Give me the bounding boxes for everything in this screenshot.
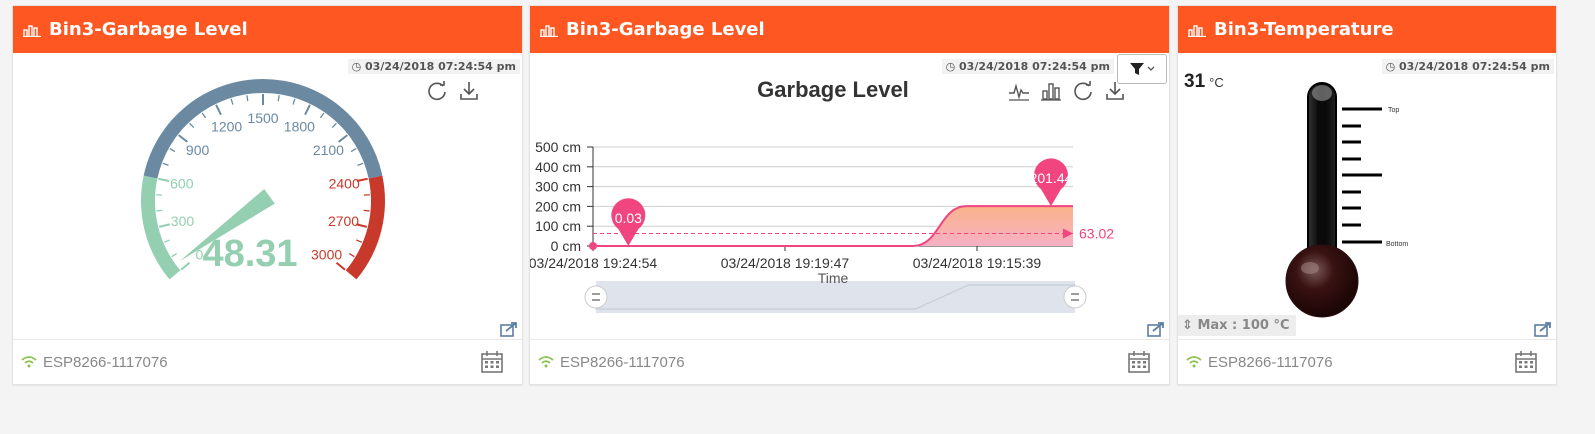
gauge-tick	[158, 177, 170, 183]
gauge-tick-label: 300	[171, 213, 195, 229]
thermometer: Top Bottom	[1285, 82, 1408, 318]
gauge-tick	[363, 209, 370, 212]
share-icon[interactable]	[1534, 321, 1552, 337]
widget-header: Bin3-Garbage Level	[530, 6, 1169, 53]
gauge-band-mid	[143, 79, 383, 179]
range-handle[interactable]	[1063, 285, 1087, 309]
gauge-tick-label: 2400	[329, 176, 360, 192]
garbage-level-chart: Garbage Level 0 cm 100 cm 200 cm 300 cm 400 …	[530, 77, 1114, 313]
gauge-tick	[164, 239, 171, 243]
bar-chart-icon	[23, 24, 41, 37]
marker-label: 201.44	[1030, 170, 1073, 186]
thermometer-top-label: Top	[1388, 107, 1399, 114]
x-tick-label: 03/24/2018 19:19:47	[721, 255, 850, 271]
gauge-tick	[230, 98, 234, 105]
bar-chart-icon	[1188, 24, 1206, 37]
max-temperature-label: Max : 100 °C	[1197, 318, 1290, 333]
gauge-tick	[215, 104, 222, 116]
gauge-tick-label: 600	[170, 176, 194, 192]
widget-title: Bin3-Garbage Level	[566, 19, 765, 40]
wifi-icon	[538, 356, 554, 368]
wifi-icon	[21, 356, 37, 368]
gauge-tick-label: 1800	[284, 118, 315, 134]
widget-footer: ESP8266-1117076	[13, 339, 522, 384]
gauge-tick	[246, 95, 249, 102]
wifi-icon	[1186, 356, 1202, 368]
garbage-gauge-widget: Bin3-Garbage Level ◷ 03/24/2018 07:24:54…	[12, 5, 523, 385]
calendar-icon[interactable]	[1514, 350, 1538, 374]
widget-title: Bin3-Garbage Level	[49, 19, 248, 40]
gauge-tick	[169, 148, 176, 153]
gauge-tick	[158, 223, 171, 228]
widget-header: Bin3-Temperature	[1178, 6, 1556, 53]
y-tick-label: 400 cm	[535, 159, 581, 175]
share-icon[interactable]	[1147, 321, 1165, 337]
gauge-tick	[180, 261, 191, 271]
gauge-tick-label: 900	[186, 142, 210, 158]
gauge-chart: 03006009001200150018002100240027003000 4…	[141, 79, 385, 280]
gauge-tick	[338, 134, 348, 143]
gauge-tick-label: 3000	[311, 246, 342, 262]
gauge-tick	[178, 134, 188, 143]
y-tick-label: 200 cm	[535, 198, 581, 214]
max-temperature: ⇕ Max : 100 °C	[1178, 315, 1296, 336]
gauge-tick	[189, 122, 195, 128]
range-handle[interactable]	[584, 285, 608, 309]
gauge-tick	[156, 209, 163, 212]
data-point[interactable]	[589, 241, 597, 250]
widget-footer: ESP8266-1117076	[530, 339, 1169, 384]
y-tick-label: 500 cm	[535, 139, 581, 155]
widget-header: Bin3-Garbage Level	[13, 6, 522, 53]
gauge-tick	[348, 252, 355, 258]
y-tick-label: 100 cm	[535, 218, 581, 234]
calendar-icon[interactable]	[480, 350, 504, 374]
device-name: ESP8266-1117076	[43, 353, 168, 371]
gauge-tick	[292, 98, 296, 105]
y-tick-label: 0 cm	[551, 238, 581, 254]
device-name: ESP8266-1117076	[1208, 353, 1333, 371]
gauge-tick	[357, 162, 364, 166]
thermometer-bottom-label: Bottom	[1386, 241, 1408, 248]
gauge-tick-label: 2100	[313, 142, 344, 158]
bar-chart-icon	[540, 24, 558, 37]
gauge-tick	[350, 148, 357, 153]
share-icon[interactable]	[500, 321, 518, 337]
gauge-tick	[355, 239, 362, 243]
chart-title: Garbage Level	[757, 77, 909, 102]
sort-icon: ⇕	[1182, 318, 1193, 333]
gauge-tick	[304, 104, 311, 116]
x-tick-label: 03/24/2018 19:24:54	[530, 255, 657, 271]
gauge-tick	[171, 252, 178, 258]
x-axis-label: Time	[818, 270, 849, 286]
gauge-tick-label: 1200	[211, 118, 242, 134]
y-tick-label: 300 cm	[535, 179, 581, 195]
x-tick-label: 03/24/2018 19:15:39	[913, 255, 1042, 271]
temperature-widget: Bin3-Temperature ◷ 03/24/2018 07:24:54 p…	[1177, 5, 1557, 385]
gauge-tick	[335, 261, 346, 271]
gauge-tick-label: 1500	[247, 110, 278, 126]
gauge-tick	[162, 162, 169, 166]
gauge-value: 48.31	[202, 233, 297, 275]
device-name: ESP8266-1117076	[560, 353, 685, 371]
gauge-tick	[277, 95, 280, 102]
widget-title: Bin3-Temperature	[1214, 19, 1394, 40]
calendar-icon[interactable]	[1127, 350, 1151, 374]
gauge-tick	[319, 112, 325, 119]
marker-label: 0.03	[615, 210, 642, 226]
gauge-tick	[331, 122, 337, 128]
gauge-tick	[201, 112, 207, 119]
gauge-tick-label: 2700	[328, 213, 359, 229]
garbage-chart-widget: Bin3-Garbage Level ◷ 03/24/2018 07:24:54…	[529, 5, 1170, 385]
widget-footer: ESP8266-1117076	[1178, 339, 1556, 384]
average-label: 63.02	[1079, 226, 1114, 242]
